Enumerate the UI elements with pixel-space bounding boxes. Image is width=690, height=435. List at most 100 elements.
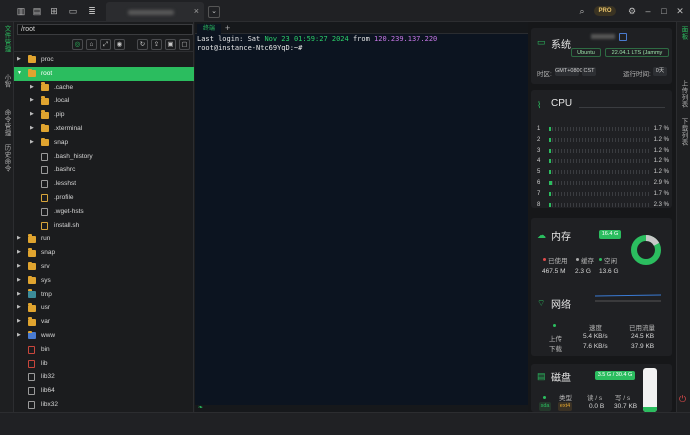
file-tree-row[interactable]: ▼ root [14,66,194,81]
folder-icon [28,303,36,312]
terminal-tabs: 终端 + [195,22,528,34]
file-name: root [41,69,53,77]
list-icon[interactable]: ≣ [86,5,98,17]
file-tree-row[interactable]: ▶ .xterminal [14,122,194,136]
nav-file-manager[interactable]: 文件管理 [1,25,11,53]
chevron-right-icon[interactable]: ▶ [17,301,21,315]
target-icon[interactable]: ◎ [72,39,83,50]
monitor-icon: ▭ [537,37,546,47]
file-tree-row[interactable]: lib32 [14,370,194,384]
nav-dashboard[interactable]: 面板 [678,26,688,40]
nav-xiaozhi[interactable]: 小智 [1,74,11,88]
cpu-core-number: 7 [537,190,541,197]
file-tree-row[interactable]: ▶ .local [14,94,194,108]
chevron-right-icon[interactable]: ▶ [30,94,34,108]
cpu-core-bar-fill [549,181,552,185]
chevron-right-icon[interactable]: ▶ [17,288,21,302]
file-tree-row[interactable]: libx32 [14,398,194,412]
refresh-icon[interactable]: ↻ [137,39,148,50]
screen-icon[interactable]: ⊞ [48,5,60,17]
file-tree-row[interactable]: .profile [14,191,194,205]
chevron-right-icon[interactable]: ▶ [17,53,21,67]
file-tree-row[interactable]: bin [14,343,194,357]
file-tree-row[interactable]: .wget-hsts [14,205,194,219]
chevron-right-icon[interactable]: ▶ [30,122,34,136]
chevron-right-icon[interactable]: ▶ [17,232,21,246]
download-speed: 7.6 KB/s [583,343,608,350]
file-tree-row[interactable]: ▶ srv [14,260,194,274]
power-icon[interactable]: ⏻ [679,394,686,405]
file-tree-row[interactable]: ▶ tmp [14,288,194,302]
status-bar [0,412,690,435]
pro-badge[interactable]: PRO [594,6,616,16]
file-icon [28,359,35,368]
chevron-right-icon[interactable]: ▶ [30,108,34,122]
nav-upload-list[interactable]: 上传列表 [678,80,688,108]
nav-command-manager[interactable]: 命令管理 [1,109,11,137]
chevron-right-icon[interactable]: ▶ [17,274,21,288]
file-tree-row[interactable]: .bashrc [14,163,194,177]
chevron-right-icon[interactable]: ▶ [30,81,34,95]
tab-server[interactable]: × [106,2,204,22]
file-icon [28,373,35,382]
disk-usage-badge: 3.5 G / 30.4 G [595,371,635,380]
tab-dropdown-button[interactable]: ⌄ [208,6,220,18]
cpu-core-row: 3 1.2 % [537,147,671,155]
close-icon[interactable]: ✕ [674,5,686,17]
terminal-tab[interactable]: 终端 [197,24,221,34]
network-card: ⌔ 网络 速度 已用流量 上传 5.4 KB/s 24.5 KB 下载 7.6 … [531,288,672,356]
file-tree-row[interactable]: ▶ www [14,329,194,343]
tab-close-icon[interactable]: × [194,6,199,16]
folder-icon [41,137,49,147]
file-tree-row[interactable]: .lesshst [14,177,194,191]
speed-label: 速度 [589,325,602,332]
chevron-down-icon[interactable]: ▼ [17,67,22,81]
file-tree-row[interactable]: install.sh [14,219,194,233]
nav-command-history[interactable]: 历史命令 [1,144,11,172]
blurred-hostname [591,34,615,39]
cpu-core-bar [549,137,649,142]
file-tree-row[interactable]: ▶ snap [14,246,194,260]
search-icon[interactable]: ⌕ [576,5,588,17]
file-tree-row[interactable]: ▶ proc [14,53,194,67]
file-tree-row[interactable]: ▶ var [14,315,194,329]
chevron-right-icon[interactable]: ▶ [30,136,34,150]
new-file-icon[interactable]: ▢ [179,39,190,50]
chevron-right-icon[interactable]: ▶ [17,329,21,343]
used-value: 467.5 M [542,268,566,275]
eye-icon[interactable]: ◉ [114,39,125,50]
terminal-icon[interactable]: ▭ [67,5,79,17]
file-icon[interactable]: ▤ [31,5,43,17]
file-tree-row[interactable]: .bash_history [14,150,194,164]
maximize-icon[interactable]: □ [658,5,670,17]
cpu-title: CPU [551,98,573,109]
nav-download-list[interactable]: 下载列表 [678,118,688,146]
file-icon [28,387,35,396]
file-name: lib [41,359,48,367]
file-tree-row[interactable]: ▶ sys [14,274,194,288]
file-tree-row[interactable]: lib [14,357,194,371]
chevron-right-icon[interactable]: ▶ [17,315,21,329]
cpu-core-percent: 2.9 % [653,180,669,186]
new-folder-icon[interactable]: ▣ [165,39,176,50]
file-tree-row[interactable]: ▶ run [14,232,194,246]
file-tree-row[interactable]: lib64 [14,384,194,398]
chevron-right-icon[interactable]: ▶ [17,260,21,274]
file-tree-row[interactable]: ▶ snap [14,136,194,150]
leaf-icon[interactable]: ❧ [198,404,203,411]
file-tree-row[interactable]: ▶ .cache [14,81,194,95]
minimize-icon[interactable]: – [642,5,654,17]
upload-icon[interactable]: ⇪ [151,39,162,50]
sidebar-toggle-icon[interactable]: ▥ [15,5,27,17]
chevron-right-icon[interactable]: ▶ [17,246,21,260]
navigate-icon[interactable]: ⤢ [100,39,111,50]
file-name: tmp [41,290,52,298]
path-input[interactable]: /root [17,24,193,35]
used-label: 已使用 [548,258,568,265]
file-tree-row[interactable]: ▶ .pip [14,108,194,122]
file-tree-row[interactable]: ▶ usr [14,301,194,315]
terminal-panel[interactable]: 终端 + Last login: Sat Nov 23 01:59:27 202… [195,22,528,412]
gear-icon[interactable]: ⚙ [626,5,638,17]
home-icon[interactable]: ⌂ [86,39,97,50]
add-terminal-button[interactable]: + [225,23,230,33]
